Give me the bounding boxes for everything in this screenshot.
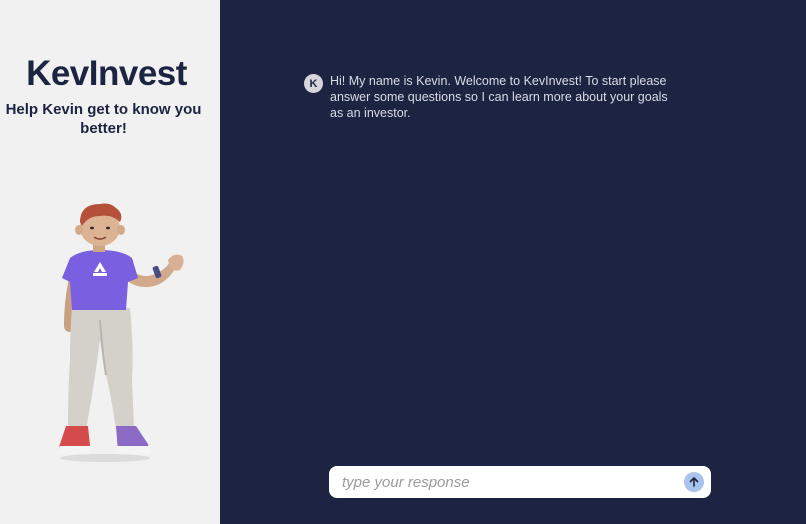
response-composer xyxy=(329,466,711,498)
bot-message: K Hi! My name is Kevin. Welcome to KevIn… xyxy=(304,73,684,121)
bot-message-text: Hi! My name is Kevin. Welcome to KevInve… xyxy=(330,74,668,120)
send-button[interactable] xyxy=(684,472,704,492)
app-window: KevInvest Help Kevin get to know you bet… xyxy=(0,0,806,524)
response-input[interactable] xyxy=(340,472,674,492)
tagline: Help Kevin get to know you better! xyxy=(5,101,202,137)
sidebar: KevInvest Help Kevin get to know you bet… xyxy=(0,0,220,524)
arrow-up-icon xyxy=(689,477,699,487)
bot-avatar: K xyxy=(304,74,323,93)
kevin-mascot-illustration xyxy=(58,203,184,462)
brand-title: KevInvest xyxy=(26,54,187,93)
chat-panel: K Hi! My name is Kevin. Welcome to KevIn… xyxy=(220,0,806,524)
